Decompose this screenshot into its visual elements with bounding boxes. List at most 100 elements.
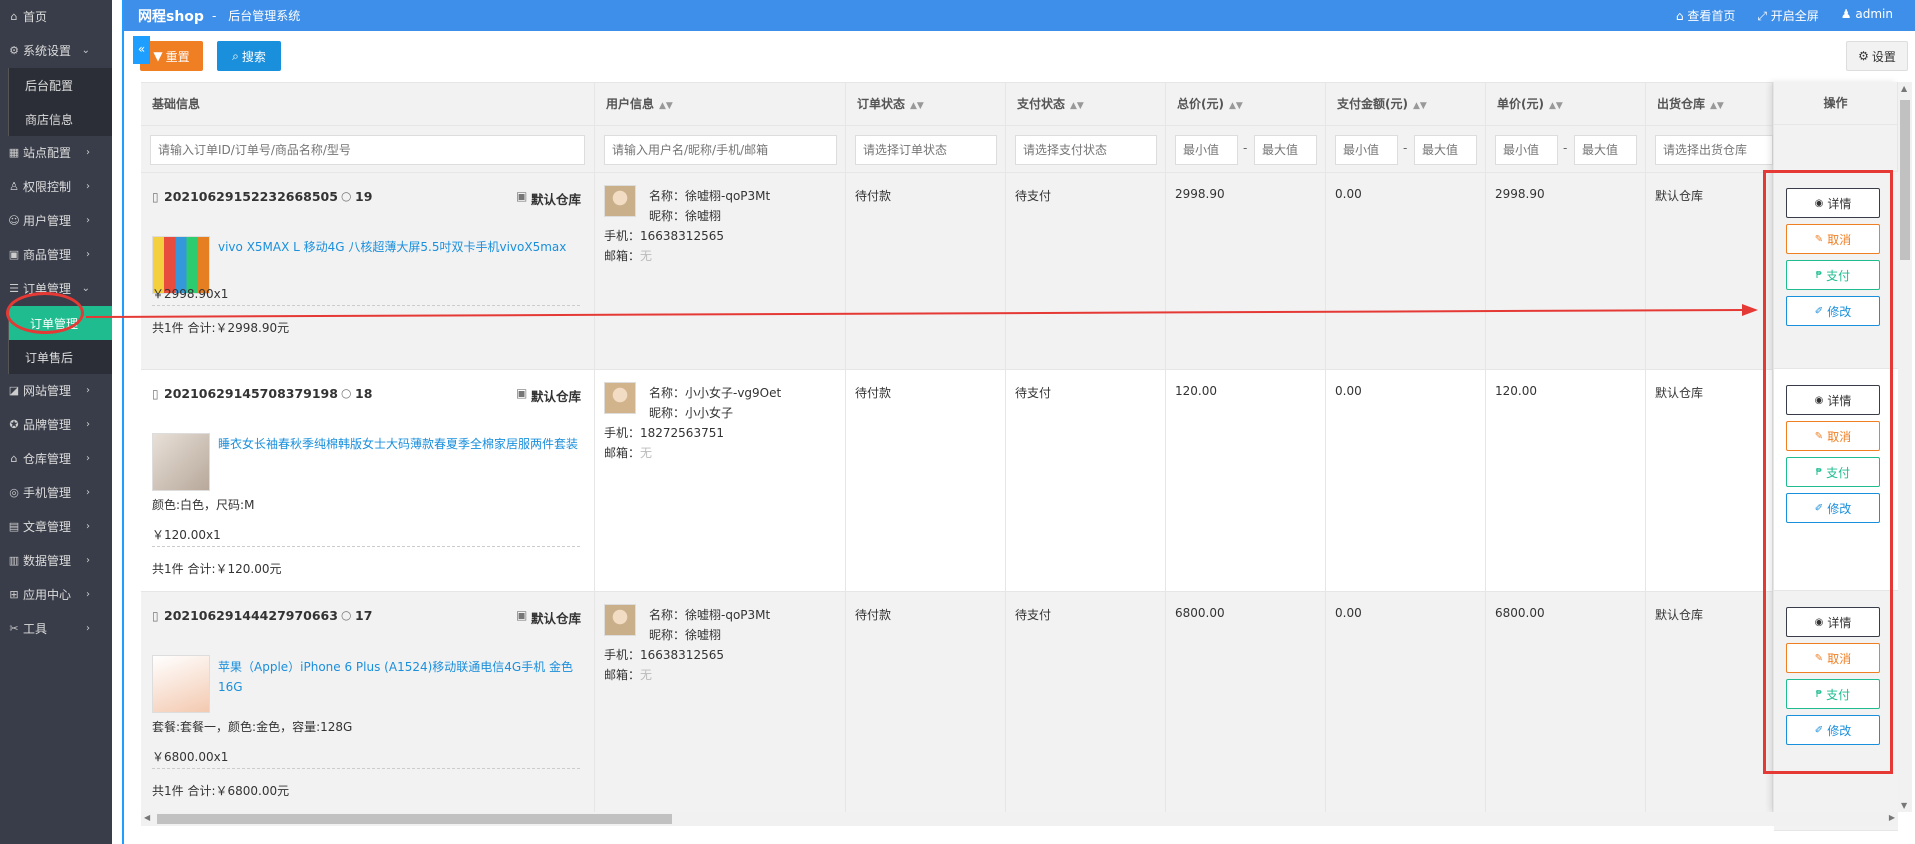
cancel-button[interactable]: ✎ 取消	[1786, 224, 1880, 254]
header-col-4[interactable]: 总价(元) ▲▼	[1166, 83, 1326, 126]
scroll-right-icon[interactable]: ▶	[1889, 813, 1895, 822]
sidebar-item-1[interactable]: ⚙ 系统设置 ⌄	[0, 34, 112, 68]
cancel-button[interactable]: ✎ 取消	[1786, 421, 1880, 451]
pay-button[interactable]: ₱ 支付	[1786, 457, 1880, 487]
product-title[interactable]: 苹果（Apple）iPhone 6 Plus (A1524)移动联通电信4G手机…	[218, 657, 580, 697]
total-min-input[interactable]	[1175, 135, 1238, 165]
sidebar-item-8[interactable]: ✪ 品牌管理 ›	[0, 408, 112, 442]
sort-icon[interactable]: ▲▼	[1070, 101, 1084, 111]
sidebar-subitem-6-1[interactable]: 订单售后	[9, 340, 112, 374]
sidebar-subitem-1-0[interactable]: 后台配置	[9, 68, 112, 102]
brand-logo[interactable]: 网程shop	[138, 6, 204, 26]
user-phone: 手机：18272563751	[604, 426, 724, 440]
sidebar-item-10[interactable]: ◎ 手机管理 ›	[0, 476, 112, 510]
product-thumbnail[interactable]	[152, 433, 210, 491]
row-cell	[1486, 173, 1646, 370]
sort-icon[interactable]: ▲▼	[1549, 101, 1563, 111]
paid-max-input[interactable]	[1414, 135, 1477, 165]
edit-button[interactable]: ✐ 修改	[1786, 715, 1880, 745]
header-col-3[interactable]: 支付状态 ▲▼	[1006, 83, 1166, 126]
sidebar-item-5[interactable]: ▣ 商品管理 ›	[0, 238, 112, 272]
sidebar-subitem-6-0[interactable]: 订单管理	[9, 306, 112, 340]
horizontal-scroll-thumb[interactable]	[157, 814, 672, 824]
horizontal-scrollbar[interactable]: ◀ ▶	[141, 812, 1898, 826]
operations-column: 操作 ◉ 详情 ✎ 取消 ₱ 支付 ✐ 修改 ◉ 详情 ✎ 取消 ₱ 支付 ✐ 修改 ◉ 详情 ✎ 取消 ₱ 支付 ✐ 修改	[1773, 82, 1898, 831]
sidebar-item-14[interactable]: ✂ 工具 ›	[0, 612, 112, 646]
sidebar-item-label: 品牌管理	[23, 418, 72, 432]
scroll-down-icon[interactable]: ▼	[1901, 801, 1907, 810]
scroll-up-icon[interactable]: ▲	[1901, 84, 1907, 93]
admin-menu[interactable]: ♟ admin	[1841, 7, 1893, 24]
sort-icon[interactable]: ▲▼	[1710, 101, 1724, 111]
row-cell	[1006, 592, 1166, 812]
unit-min-input[interactable]	[1495, 135, 1558, 165]
sidebar-item-2[interactable]: ▦ 站点配置 ›	[0, 136, 112, 170]
sidebar-subitem-1-1[interactable]: 商店信息	[9, 102, 112, 136]
chevron-right-icon: ›	[86, 215, 90, 226]
collapse-sidebar-button[interactable]: «	[133, 36, 150, 64]
cancel-label: 取消	[1827, 651, 1852, 666]
sort-icon[interactable]: ▲▼	[659, 101, 673, 111]
user-avatar[interactable]	[604, 382, 636, 414]
edit-icon: ✐	[1814, 724, 1824, 736]
user-filter-input[interactable]	[604, 135, 837, 165]
sidebar-item-9[interactable]: ⌂ 仓库管理 ›	[0, 442, 112, 476]
user-avatar[interactable]	[604, 185, 636, 217]
paid-min-input[interactable]	[1335, 135, 1398, 165]
pay-status-select[interactable]	[1015, 135, 1157, 165]
sort-icon[interactable]: ▲▼	[1413, 101, 1427, 111]
cancel-button[interactable]: ✎ 取消	[1786, 643, 1880, 673]
detail-button[interactable]: ◉ 详情	[1786, 188, 1880, 218]
pay-button[interactable]: ₱ 支付	[1786, 260, 1880, 290]
range-dash: -	[1563, 141, 1568, 155]
sidebar-item-0[interactable]: ⌂ 首页	[0, 0, 112, 34]
sidebar-item-12[interactable]: ▥ 数据管理 ›	[0, 544, 112, 578]
sidebar-item-4[interactable]: ☺ 用户管理 ›	[0, 204, 112, 238]
sidebar-item-13[interactable]: ⊞ 应用中心 ›	[0, 578, 112, 612]
detail-button[interactable]: ◉ 详情	[1786, 607, 1880, 637]
sidebar-item-6[interactable]: ☰ 订单管理 ⌄	[0, 272, 112, 306]
vertical-scrollbar[interactable]: ▲ ▼	[1898, 82, 1912, 812]
fullscreen-link[interactable]: ⤢ 开启全屏	[1757, 7, 1818, 24]
order-status-select[interactable]	[855, 135, 997, 165]
row-cell	[1326, 173, 1486, 370]
header-col-0[interactable]: 基础信息	[141, 83, 595, 126]
header-col-2[interactable]: 订单状态 ▲▼	[846, 83, 1006, 126]
row-cell	[846, 370, 1006, 592]
scroll-left-icon[interactable]: ◀	[144, 813, 150, 822]
edit-button[interactable]: ✐ 修改	[1786, 493, 1880, 523]
pay-button[interactable]: ₱ 支付	[1786, 679, 1880, 709]
sidebar-item-label: 手机管理	[23, 486, 72, 500]
view-home-link[interactable]: ⌂ 查看首页	[1676, 7, 1735, 24]
header-col-6[interactable]: 单价(元) ▲▼	[1486, 83, 1646, 126]
product-title[interactable]: 睡衣女长袖春秋季纯棉韩版女士大码薄款春夏季全棉家居服两件套装	[218, 435, 578, 452]
sidebar-item-7[interactable]: ◪ 网站管理 ›	[0, 374, 112, 408]
base-filter-input[interactable]	[150, 135, 585, 165]
user-avatar[interactable]	[604, 604, 636, 636]
product-title[interactable]: vivo X5MAX L 移动4G 八核超薄大屏5.5吋双卡手机vivoX5ma…	[218, 238, 566, 255]
row-cell	[1326, 592, 1486, 812]
edit-button[interactable]: ✐ 修改	[1786, 296, 1880, 326]
detail-label: 详情	[1827, 196, 1852, 211]
product-thumbnail[interactable]	[152, 655, 210, 713]
unit-max-input[interactable]	[1574, 135, 1637, 165]
warehouse-select[interactable]	[1655, 135, 1773, 165]
header-col-7[interactable]: 出货仓库 ▲▼	[1646, 83, 1773, 126]
sidebar-item-3[interactable]: ♙ 权限控制 ›	[0, 170, 112, 204]
chevron-down-icon: ⌄	[81, 45, 90, 56]
bookmark-icon: ▯	[152, 609, 159, 623]
sidebar-item-label: 系统设置	[23, 44, 72, 58]
header-col-1[interactable]: 用户信息 ▲▼	[595, 83, 846, 126]
eye-icon: ◉	[1814, 197, 1824, 209]
sort-icon[interactable]: ▲▼	[910, 101, 924, 111]
sidebar-item-11[interactable]: ▤ 文章管理 ›	[0, 510, 112, 544]
vertical-scroll-thumb[interactable]	[1900, 100, 1910, 260]
sort-icon[interactable]: ▲▼	[1229, 101, 1243, 111]
warehouse: 默认仓库	[1655, 189, 1704, 203]
detail-button[interactable]: ◉ 详情	[1786, 385, 1880, 415]
settings-button[interactable]: ⚙ 设置	[1846, 41, 1908, 71]
header-col-5[interactable]: 支付金额(元) ▲▼	[1326, 83, 1486, 126]
circle-icon: ○	[341, 608, 352, 622]
total-max-input[interactable]	[1254, 135, 1317, 165]
search-button[interactable]: ⌕ 搜索	[217, 41, 281, 71]
